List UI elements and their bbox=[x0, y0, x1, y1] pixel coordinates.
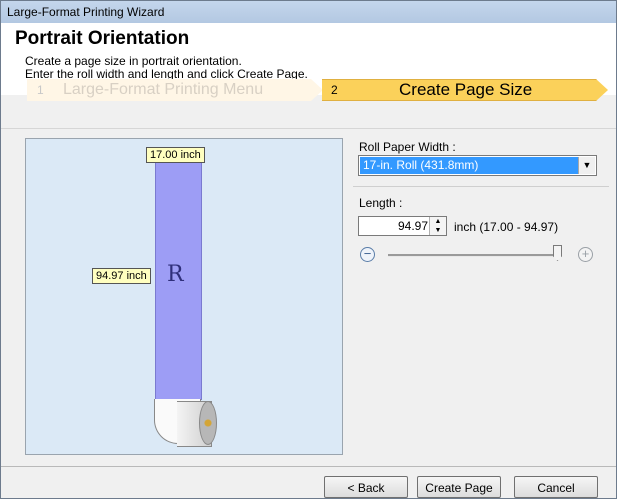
spinner-arrows-icon[interactable]: ▲ ▼ bbox=[429, 217, 446, 235]
length-value: 94.97 bbox=[397, 219, 428, 233]
wizard-window: Large-Format Printing Wizard Portrait Or… bbox=[0, 0, 617, 499]
window-title: Large-Format Printing Wizard bbox=[7, 5, 165, 19]
divider bbox=[353, 186, 609, 187]
chevron-down-icon[interactable]: ▼ bbox=[578, 157, 595, 174]
minus-circle-icon[interactable]: − bbox=[360, 247, 375, 262]
length-unit-range: inch (17.00 - 94.97) bbox=[454, 220, 559, 234]
plus-circle-icon[interactable]: + bbox=[578, 247, 593, 262]
step-2-number: 2 bbox=[331, 83, 338, 97]
orientation-letter: R bbox=[167, 262, 184, 287]
roll-paper-width-value: 17-in. Roll (431.8mm) bbox=[360, 157, 578, 174]
step-1-label: Large-Format Printing Menu bbox=[63, 81, 264, 98]
create-page-button[interactable]: Create Page bbox=[417, 476, 501, 498]
roll-paper-width-label: Roll Paper Width : bbox=[359, 140, 456, 154]
back-button[interactable]: < Back bbox=[324, 476, 408, 498]
step-1-number: 1 bbox=[37, 83, 44, 97]
cancel-button[interactable]: Cancel bbox=[514, 476, 598, 498]
divider bbox=[1, 466, 616, 467]
page-title: Portrait Orientation bbox=[15, 28, 190, 49]
length-label: Length : bbox=[359, 196, 403, 210]
title-bar: Large-Format Printing Wizard bbox=[1, 1, 616, 24]
width-tag: 17.00 inch bbox=[146, 147, 205, 163]
length-slider-thumb[interactable] bbox=[553, 245, 562, 261]
paper-roll-end bbox=[199, 401, 217, 445]
step-2-label: Create Page Size bbox=[399, 80, 533, 99]
instruction-line-1: Create a page size in portrait orientati… bbox=[25, 54, 242, 68]
length-slider-track[interactable] bbox=[388, 254, 556, 257]
length-tag: 94.97 inch bbox=[92, 268, 151, 284]
divider bbox=[1, 128, 616, 129]
length-input[interactable]: 94.97 ▲ ▼ bbox=[358, 216, 447, 236]
wizard-steps: 1 Large-Format Printing Menu 2 Create Pa… bbox=[1, 79, 616, 103]
roll-paper-width-select[interactable]: 17-in. Roll (431.8mm) ▼ bbox=[358, 155, 597, 176]
